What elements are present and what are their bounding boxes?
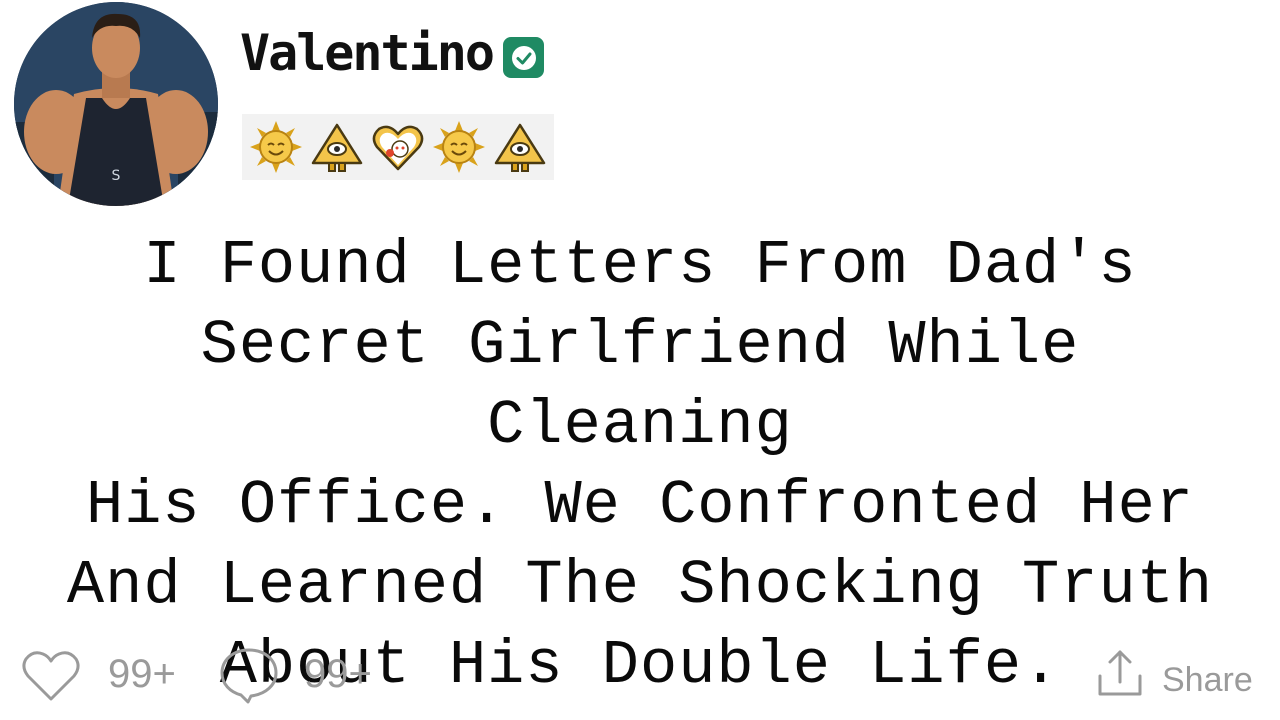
verified-badge-icon [503,37,544,78]
comment-icon[interactable] [218,646,280,704]
award-badges [242,114,554,180]
author-name[interactable]: Valentino [240,22,495,84]
heart-snoo-award-icon[interactable] [370,119,426,175]
post-title-line: And Learned The Shocking Truth [66,550,1214,621]
action-bar: 99+ 99+ Share [0,640,1280,710]
post-title-line: His Office. We Confronted Her [86,470,1194,541]
pyramid-eye-award-icon[interactable] [309,119,365,175]
heart-icon[interactable] [20,648,82,704]
share-button[interactable]: Share [1162,658,1253,702]
comment-count: 99+ [304,652,372,696]
pyramid-eye-award-icon[interactable] [492,119,548,175]
sun-award-icon[interactable] [431,119,487,175]
post-title[interactable]: I Found Letters From Dad's Secret Girlfr… [40,226,1240,706]
svg-text:S: S [112,168,121,184]
avatar[interactable]: S [14,2,218,206]
avatar-photo: S [14,2,218,206]
post-title-line: I Found Letters From Dad's [143,230,1137,301]
sun-award-icon[interactable] [248,119,304,175]
like-count: 99+ [108,652,176,696]
post-title-line: Secret Girlfriend While Cleaning [200,310,1080,461]
share-icon[interactable] [1096,648,1144,698]
